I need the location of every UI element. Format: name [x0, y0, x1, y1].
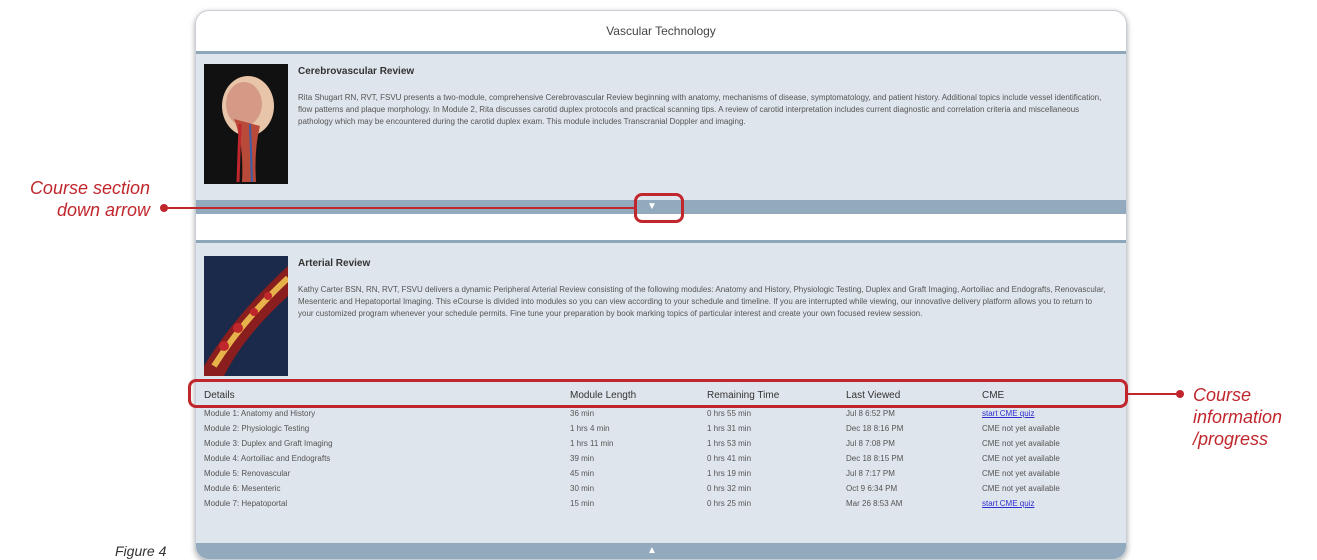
- down-arrow-highlight: [634, 193, 684, 223]
- remaining-time: 1 hrs 31 min: [707, 424, 752, 433]
- course-info-highlight: [188, 379, 1128, 408]
- module-name[interactable]: Module 7: Hepatoportal: [204, 496, 287, 511]
- last-viewed: Jul 8 7:08 PM: [846, 439, 895, 448]
- annotation-line: /progress: [1193, 429, 1269, 449]
- start-cme-quiz-link[interactable]: start CME quiz: [982, 496, 1034, 511]
- cme-status: CME not yet available: [982, 484, 1060, 493]
- module-name[interactable]: Module 6: Mesenteric: [204, 481, 280, 496]
- course-toggle-bar[interactable]: ▲: [196, 543, 1126, 559]
- panel-title: Vascular Technology: [196, 11, 1126, 54]
- annotation-line: Course section: [29, 178, 150, 198]
- remaining-time: 0 hrs 25 min: [707, 499, 752, 508]
- course-description: Rita Shugart RN, RVT, FSVU presents a tw…: [298, 93, 1102, 126]
- module-name[interactable]: Module 5: Renovascular: [204, 466, 290, 481]
- remaining-time: 0 hrs 32 min: [707, 484, 752, 493]
- module-name[interactable]: Module 2: Physiologic Testing: [204, 421, 309, 436]
- start-cme-quiz-link[interactable]: start CME quiz: [982, 406, 1034, 421]
- course-panel: Vascular Technology Cerebrovascular Revi…: [195, 10, 1127, 560]
- module-name[interactable]: Module 4: Aortoiliac and Endografts: [204, 451, 330, 466]
- module-length: 30 min: [570, 484, 595, 493]
- course-description: Kathy Carter BSN, RN, RVT, FSVU delivers…: [298, 285, 1106, 318]
- module-length: 45 min: [570, 469, 595, 478]
- module-length: 1 hrs 11 min: [570, 439, 614, 448]
- cme-status: CME not yet available: [982, 424, 1060, 433]
- last-viewed: Jul 8 7:17 PM: [846, 469, 895, 478]
- table-row[interactable]: Module 1: Anatomy and History 36 min 0 h…: [200, 406, 1120, 421]
- figure-caption: Figure 4: [115, 543, 167, 559]
- table-row[interactable]: Module 6: Mesenteric 30 min 0 hrs 32 min…: [200, 481, 1120, 496]
- remaining-time: 0 hrs 41 min: [707, 454, 752, 463]
- annotation-down-arrow: Course section down arrow: [30, 177, 150, 221]
- module-length: 39 min: [570, 454, 595, 463]
- last-viewed: Mar 26 8:53 AM: [846, 499, 903, 508]
- cme-status: CME not yet available: [982, 439, 1060, 448]
- table-row[interactable]: Module 5: Renovascular 45 min 1 hrs 19 m…: [200, 466, 1120, 481]
- annotation-line: down arrow: [56, 200, 150, 220]
- annotation-course-info: Course information /progress: [1193, 384, 1282, 450]
- module-name[interactable]: Module 3: Duplex and Graft Imaging: [204, 436, 333, 451]
- table-row[interactable]: Module 4: Aortoiliac and Endografts 39 m…: [200, 451, 1120, 466]
- module-length: 15 min: [570, 499, 595, 508]
- course-arterial[interactable]: Arterial Review Kathy Carter BSN, RN, RV…: [196, 246, 1126, 386]
- module-length: 1 hrs 4 min: [570, 424, 610, 433]
- cme-status: CME not yet available: [982, 454, 1060, 463]
- remaining-time: 0 hrs 55 min: [707, 409, 752, 418]
- table-row[interactable]: Module 3: Duplex and Graft Imaging 1 hrs…: [200, 436, 1120, 451]
- last-viewed: Oct 9 6:34 PM: [846, 484, 898, 493]
- table-row[interactable]: Module 2: Physiologic Testing 1 hrs 4 mi…: [200, 421, 1120, 436]
- last-viewed: Dec 18 8:15 PM: [846, 454, 904, 463]
- course-thumbnail-head: [204, 64, 288, 184]
- annotation-dot: [1176, 390, 1184, 398]
- remaining-time: 1 hrs 53 min: [707, 439, 752, 448]
- annotation-line: information: [1193, 407, 1283, 427]
- cme-status: CME not yet available: [982, 469, 1060, 478]
- course-cerebrovascular[interactable]: Cerebrovascular Review Rita Shugart RN, …: [196, 54, 1126, 199]
- course-title[interactable]: Cerebrovascular Review: [298, 66, 414, 77]
- course-title[interactable]: Arterial Review: [298, 258, 370, 269]
- table-row[interactable]: Module 7: Hepatoportal 15 min 0 hrs 25 m…: [200, 496, 1120, 511]
- last-viewed: Jul 8 6:52 PM: [846, 409, 895, 418]
- triangle-up-icon[interactable]: ▲: [643, 544, 661, 558]
- remaining-time: 1 hrs 19 min: [707, 469, 752, 478]
- module-name[interactable]: Module 1: Anatomy and History: [204, 406, 315, 421]
- last-viewed: Dec 18 8:16 PM: [846, 424, 904, 433]
- annotation-connector: [1128, 393, 1180, 395]
- annotation-connector: [164, 207, 634, 209]
- course-thumbnail-artery: [204, 256, 288, 376]
- annotation-line: Course: [1193, 385, 1252, 405]
- module-length: 36 min: [570, 409, 595, 418]
